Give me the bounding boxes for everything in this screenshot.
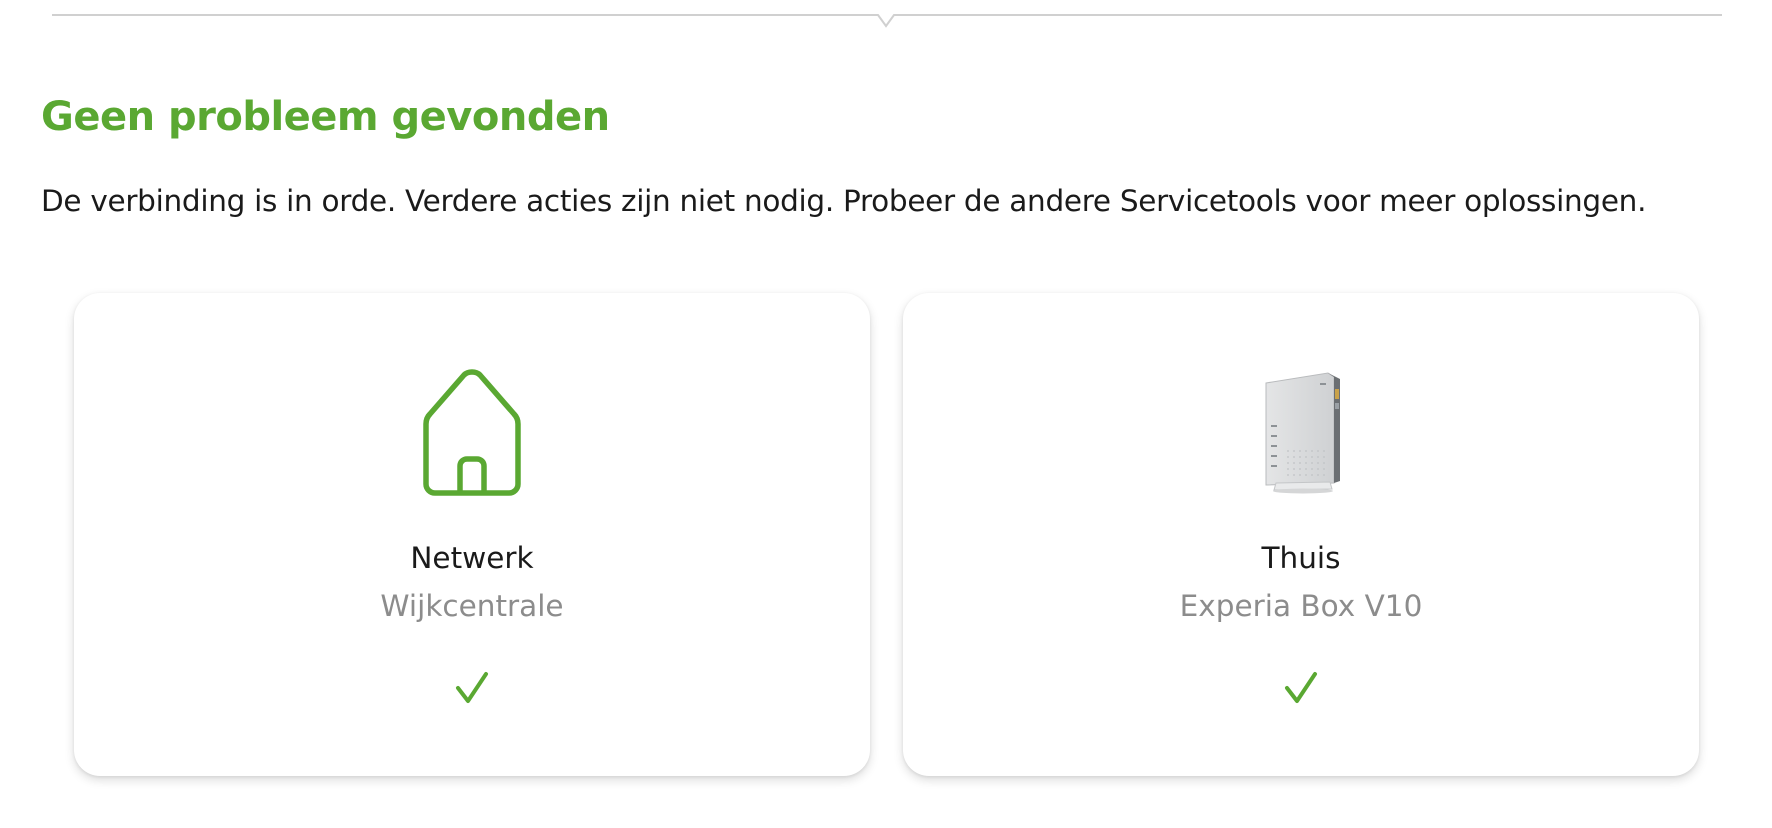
- network-card: Netwerk Wijkcentrale: [74, 293, 870, 776]
- home-card: Thuis Experia Box V10: [903, 293, 1699, 776]
- home-card-subtitle: Experia Box V10: [1179, 589, 1423, 623]
- top-divider: [52, 14, 1722, 28]
- network-card-title: Netwerk: [410, 541, 534, 575]
- checkmark-icon: [455, 671, 489, 705]
- status-message: De verbinding is in orde. Verdere acties…: [41, 184, 1647, 218]
- network-card-subtitle: Wijkcentrale: [380, 589, 564, 623]
- modem-router-image: [1241, 363, 1361, 503]
- checkmark-icon: [1284, 671, 1318, 705]
- home-card-title: Thuis: [1261, 541, 1341, 575]
- status-title: Geen probleem gevonden: [41, 94, 610, 140]
- house-icon: [412, 363, 532, 503]
